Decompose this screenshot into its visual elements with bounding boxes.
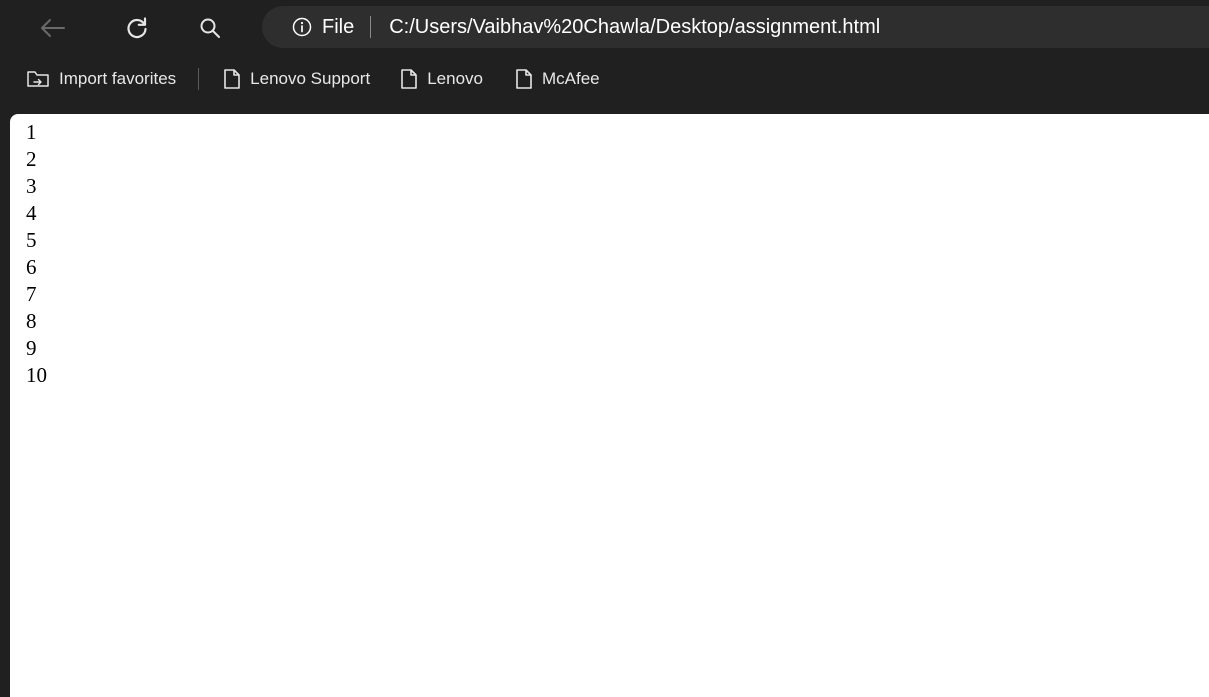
bookmark-divider xyxy=(198,68,200,90)
number-line: 3 xyxy=(26,174,37,198)
number-line: 6 xyxy=(26,255,37,279)
number-line: 5 xyxy=(26,228,37,252)
bookmark-lenovo[interactable]: Lenovo xyxy=(394,63,489,95)
bookmark-label: Import favorites xyxy=(59,69,177,88)
bookmark-mcafee[interactable]: McAfee xyxy=(509,63,606,95)
number-line: 7 xyxy=(26,282,37,306)
favorites-bar: Import favorites Lenovo Support Lenovo M… xyxy=(0,56,1209,102)
page-icon xyxy=(401,69,418,89)
url-scheme-label: File xyxy=(322,15,355,38)
import-favorites-button[interactable]: Import favorites xyxy=(20,63,182,95)
page-content: 1 2 3 4 5 6 7 8 9 10 xyxy=(10,114,1209,389)
page-viewport: 1 2 3 4 5 6 7 8 9 10 xyxy=(10,114,1209,697)
bookmark-label: Lenovo xyxy=(427,69,483,88)
search-icon xyxy=(200,18,220,38)
url-text[interactable]: C:/Users/Vaibhav%20Chawla/Desktop/assign… xyxy=(389,16,880,39)
search-button[interactable] xyxy=(192,10,228,46)
import-favorites-icon xyxy=(27,71,49,87)
number-line: 4 xyxy=(26,201,37,225)
bookmark-lenovo-support[interactable]: Lenovo Support xyxy=(217,63,376,95)
refresh-button[interactable] xyxy=(119,10,155,46)
page-icon xyxy=(516,69,532,89)
info-icon[interactable] xyxy=(292,17,312,37)
number-line: 8 xyxy=(26,309,37,333)
number-line: 9 xyxy=(26,336,37,360)
page-icon xyxy=(224,69,240,89)
refresh-icon xyxy=(127,17,147,39)
address-bar[interactable]: File C:/Users/Vaibhav%20Chawla/Desktop/a… xyxy=(262,6,1209,48)
number-line: 1 xyxy=(26,120,37,144)
arrow-left-icon xyxy=(41,19,65,37)
back-button[interactable] xyxy=(35,10,71,46)
number-line: 2 xyxy=(26,147,37,171)
bookmark-label: Lenovo Support xyxy=(250,69,371,88)
address-divider xyxy=(370,16,372,38)
bookmark-label: McAfee xyxy=(541,69,600,88)
browser-toolbar: File C:/Users/Vaibhav%20Chawla/Desktop/a… xyxy=(0,0,1209,56)
number-line: 10 xyxy=(26,363,47,387)
